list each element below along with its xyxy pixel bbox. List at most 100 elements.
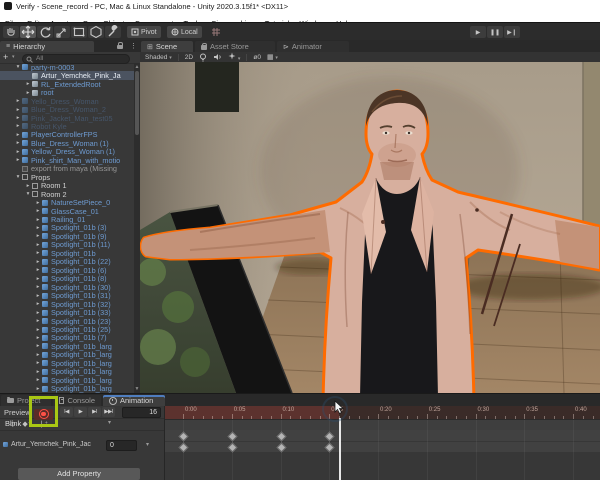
animation-dopesheet[interactable]: 0:000:050:100:150:200:250:300:350:40 xyxy=(165,406,600,480)
disclosure-collapsed-icon[interactable]: ▸ xyxy=(34,200,42,206)
custom-tool-button[interactable] xyxy=(105,25,121,38)
shading-mode-dropdown[interactable]: Shaded ▾ xyxy=(145,54,172,61)
grid-snap-icon[interactable] xyxy=(208,26,224,38)
disclosure-collapsed-icon[interactable]: ▸ xyxy=(24,183,32,189)
hierarchy-item[interactable]: ▸ Room 1 xyxy=(0,181,134,190)
search-input[interactable]: All xyxy=(22,53,130,64)
hierarchy-item[interactable]: ▸Spotlight_01b (9)› xyxy=(0,232,134,241)
hierarchy-item[interactable]: ▸ Blue_Dress_Woman (1) xyxy=(0,139,134,148)
hierarchy-item[interactable]: export from maya (Missing xyxy=(0,164,134,173)
disclosure-collapsed-icon[interactable]: ▸ xyxy=(24,90,32,96)
hierarchy-item[interactable]: ▸ RL_ExtendedRoot xyxy=(0,80,134,89)
hierarchy-item[interactable]: ▸Spotlight_01b_larg› xyxy=(0,350,134,359)
rect-tool-button[interactable] xyxy=(71,26,87,38)
pivot-button[interactable]: Pivot xyxy=(127,26,161,38)
local-button[interactable]: Local xyxy=(167,26,202,38)
disclosure-collapsed-icon[interactable]: ▸ xyxy=(34,284,42,290)
disclosure-collapsed-icon[interactable]: ▸ xyxy=(34,225,42,231)
disclosure-collapsed-icon[interactable]: ▸ xyxy=(34,310,42,316)
pause-mode-button[interactable]: ❚❚ xyxy=(487,26,503,38)
audio-toggle-icon[interactable] xyxy=(213,53,222,61)
hierarchy-item[interactable]: ▸Spotlight_01b (6)› xyxy=(0,266,134,275)
rotate-tool-button[interactable] xyxy=(37,26,53,38)
tab-asset-store[interactable]: Asset Store xyxy=(195,41,275,52)
disclosure-collapsed-icon[interactable]: ▸ xyxy=(34,250,42,256)
disclosure-expanded-icon[interactable]: ▾ xyxy=(14,64,22,70)
play-mode-button[interactable]: ▶ xyxy=(470,26,486,38)
disclosure-collapsed-icon[interactable]: ▸ xyxy=(34,377,42,383)
gizmos-dropdown[interactable]: ▦ ▾ xyxy=(267,53,278,61)
disclosure-collapsed-icon[interactable]: ▸ xyxy=(34,360,42,366)
hierarchy-item[interactable]: ▸Railing_01› xyxy=(0,215,134,224)
hierarchy-item[interactable]: ▸ Yello_Dress_Woman xyxy=(0,97,134,106)
disclosure-collapsed-icon[interactable]: ▸ xyxy=(14,149,22,155)
move-tool-button[interactable] xyxy=(20,25,36,39)
disclosure-collapsed-icon[interactable]: ▸ xyxy=(34,369,42,375)
scene-3d-viewport[interactable] xyxy=(140,62,600,393)
create-dropdown-icon[interactable]: ▾ xyxy=(12,54,15,60)
transform-tool-button[interactable] xyxy=(88,25,104,39)
disclosure-collapsed-icon[interactable]: ▸ xyxy=(34,301,42,307)
property-value-field[interactable]: 0 xyxy=(106,439,137,451)
disclosure-collapsed-icon[interactable]: ▸ xyxy=(14,123,22,129)
current-frame-field[interactable]: 16 xyxy=(122,407,161,418)
tab-console[interactable]: Console xyxy=(53,395,101,406)
play-button[interactable]: ▶ xyxy=(74,407,87,417)
disclosure-collapsed-icon[interactable]: ▸ xyxy=(34,343,42,349)
hierarchy-item[interactable]: ▸Spotlight_01b (33)› xyxy=(0,308,134,317)
disclosure-expanded-icon[interactable]: ▾ xyxy=(24,191,32,197)
disclosure-collapsed-icon[interactable]: ▸ xyxy=(34,352,42,358)
tab-animation[interactable]: Animation xyxy=(103,395,165,406)
animated-property-row[interactable]: Artur_Yemchek_Pink_Jacke 0 ▾ xyxy=(0,438,164,451)
tab-animator[interactable]: ⊳ Animator xyxy=(277,41,349,52)
hierarchy-item[interactable]: ▸Spotlight_01b› xyxy=(0,249,134,258)
disclosure-collapsed-icon[interactable]: ▸ xyxy=(34,318,42,324)
hierarchy-item[interactable]: ▸Spotlight_01b_larg› xyxy=(0,384,134,393)
disclosure-collapsed-icon[interactable]: ▸ xyxy=(34,217,42,223)
disclosure-collapsed-icon[interactable]: ▸ xyxy=(34,208,42,214)
disclosure-collapsed-icon[interactable]: ▸ xyxy=(14,98,22,104)
disclosure-collapsed-icon[interactable]: ▸ xyxy=(34,335,42,341)
hierarchy-item[interactable]: ▸Spotlight_01b_larg› xyxy=(0,367,134,376)
hierarchy-item[interactable]: ▾ Room 2 xyxy=(0,190,134,199)
hand-tool-button[interactable] xyxy=(3,26,19,38)
first-frame-button[interactable]: I◀ xyxy=(60,407,73,417)
hierarchy-item[interactable]: ▾ Props xyxy=(0,173,134,182)
kebab-menu-icon[interactable]: ⋮ xyxy=(130,42,137,50)
disclosure-collapsed-icon[interactable]: ▸ xyxy=(14,140,22,146)
disclosure-collapsed-icon[interactable]: ▸ xyxy=(34,233,42,239)
lighting-toggle-icon[interactable] xyxy=(199,53,207,62)
last-frame-button[interactable]: ▶▶I xyxy=(102,407,115,417)
lock-icon[interactable] xyxy=(117,42,123,49)
disclosure-collapsed-icon[interactable]: ▸ xyxy=(34,386,42,392)
disclosure-expanded-icon[interactable]: ▾ xyxy=(14,174,22,180)
scale-tool-button[interactable] xyxy=(54,26,70,38)
disclosure-collapsed-icon[interactable]: ▸ xyxy=(14,115,22,121)
scrollbar-thumb[interactable] xyxy=(135,71,139,135)
step-mode-button[interactable]: ▶❙ xyxy=(504,26,520,38)
disclosure-collapsed-icon[interactable]: ▸ xyxy=(34,327,42,333)
disclosure-collapsed-icon[interactable]: ▸ xyxy=(24,81,32,87)
disclosure-collapsed-icon[interactable]: ▸ xyxy=(14,107,22,113)
hierarchy-item[interactable]: ▸Spotlight_01b (25)› xyxy=(0,325,134,334)
scene-visibility-toggle[interactable]: ø0 xyxy=(253,54,261,61)
disclosure-collapsed-icon[interactable]: ▸ xyxy=(14,132,22,138)
hierarchy-item[interactable]: ▸ Pink_shirt_Man_with_motio xyxy=(0,156,134,165)
next-frame-button[interactable]: ▶I xyxy=(88,407,101,417)
disclosure-collapsed-icon[interactable]: ▸ xyxy=(34,242,42,248)
tab-scene[interactable]: ⊞ Scene xyxy=(141,41,193,52)
clip-dropdown[interactable]: Blink ▾ xyxy=(0,418,117,429)
toggle-2d-button[interactable]: 2D xyxy=(185,54,193,61)
tab-hierarchy[interactable]: ≡ Hierarchy xyxy=(0,41,94,52)
add-property-button[interactable]: Add Property xyxy=(18,468,140,480)
property-chevron-icon[interactable]: ▾ xyxy=(146,441,149,448)
hierarchy-item[interactable]: ▸ Pink_Jacket_Man_test05 xyxy=(0,114,134,123)
playhead[interactable] xyxy=(339,418,341,480)
disclosure-collapsed-icon[interactable]: ▸ xyxy=(34,259,42,265)
disclosure-collapsed-icon[interactable]: ▸ xyxy=(34,267,42,273)
disclosure-collapsed-icon[interactable]: ▸ xyxy=(34,276,42,282)
disclosure-collapsed-icon[interactable]: ▸ xyxy=(34,293,42,299)
disclosure-collapsed-icon[interactable]: ▸ xyxy=(14,157,22,163)
create-object-button[interactable]: + xyxy=(3,52,8,62)
effects-dropdown[interactable]: ▾ xyxy=(228,52,240,62)
